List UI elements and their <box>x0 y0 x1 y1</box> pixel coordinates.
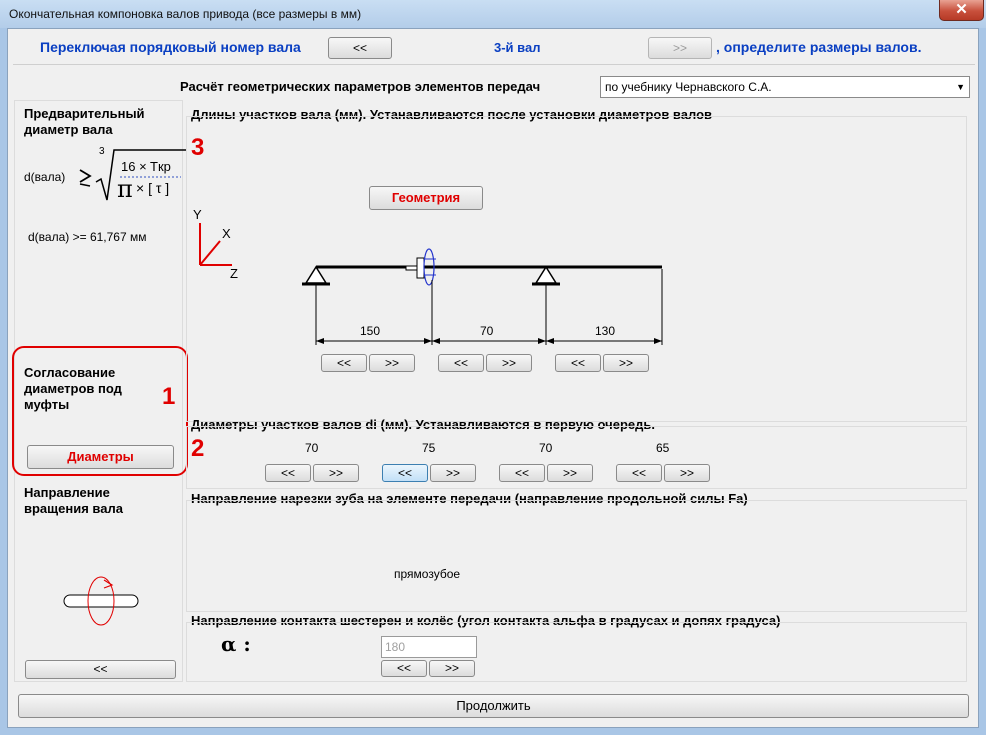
length-2-decrease[interactable]: << <box>438 354 484 372</box>
length-2-increase[interactable]: >> <box>486 354 532 372</box>
geometry-button[interactable]: Геометрия <box>369 186 483 210</box>
coupling-title-2: диаметров под <box>24 381 122 396</box>
length-value-3: 130 <box>595 324 616 338</box>
formula-pi: π <box>117 175 133 203</box>
axis-z-label: Z <box>230 266 238 281</box>
diameter-value-4: 65 <box>656 441 670 455</box>
alpha-label: α : <box>221 632 251 656</box>
length-value-1: 150 <box>360 324 381 338</box>
tooth-panel <box>186 500 967 612</box>
diameter-value-2: 75 <box>422 441 436 455</box>
axis-x-label: X <box>222 226 231 241</box>
calc-label: Расчёт геометрических параметров элемент… <box>180 79 541 94</box>
coupling-title-1: Согласование <box>24 365 116 380</box>
rotation-direction-icon[interactable] <box>60 574 142 630</box>
diameter-4-increase[interactable]: >> <box>664 464 710 482</box>
shaft-number: 3-й вал <box>494 40 541 55</box>
formula-tau: × [ τ ] <box>136 180 170 196</box>
coupling-title-3: муфты <box>24 397 70 412</box>
prelim-title-1: Предварительный <box>24 106 145 121</box>
prelim-result: d(вала) >= 61,767 мм <box>28 230 147 244</box>
diameter-3-increase[interactable]: >> <box>547 464 593 482</box>
tooth-value: прямозубое <box>394 567 461 581</box>
diameter-4-decrease[interactable]: << <box>616 464 662 482</box>
contact-angle-field[interactable] <box>381 636 477 658</box>
continue-button[interactable]: Продолжить <box>18 694 969 718</box>
rotation-title-1: Направление <box>24 485 110 500</box>
calc-method-select[interactable]: по учебнику Чернавского С.А. ▼ <box>600 76 970 98</box>
formula-lhs: d(вала) <box>24 170 66 184</box>
diameter-1-increase[interactable]: >> <box>313 464 359 482</box>
formula-root-index: 3 <box>99 146 105 157</box>
length-1-increase[interactable]: >> <box>369 354 415 372</box>
close-button[interactable]: ✕ <box>939 0 984 21</box>
header-separator <box>13 64 975 65</box>
prev-shaft-button[interactable]: << <box>328 37 392 59</box>
window-title: Окончательная компоновка валов привода (… <box>9 7 362 21</box>
diameter-value-3: 70 <box>539 441 553 455</box>
prelim-title-2: диаметр вала <box>24 122 113 137</box>
contact-decrease[interactable]: << <box>381 660 427 677</box>
annotation-1: 1 <box>162 383 176 410</box>
length-3-increase[interactable]: >> <box>603 354 649 372</box>
header-suffix: , определите размеры валов. <box>716 39 922 55</box>
length-3-decrease[interactable]: << <box>555 354 601 372</box>
contact-panel <box>186 622 967 682</box>
rotation-back-button[interactable]: << <box>25 660 176 679</box>
rotation-title-2: вращения вала <box>24 501 123 516</box>
diameters-button[interactable]: Диаметры <box>27 445 174 469</box>
diameter-2-increase[interactable]: >> <box>430 464 476 482</box>
diameter-1-decrease[interactable]: << <box>265 464 311 482</box>
calc-method-value: по учебнику Чернавского С.А. <box>605 80 772 94</box>
diameter-2-decrease[interactable]: << <box>382 464 428 482</box>
diameter-3-decrease[interactable]: << <box>499 464 545 482</box>
header-prefix: Переключая порядковый номер вала <box>40 39 301 55</box>
chevron-down-icon: ▼ <box>956 82 965 92</box>
diameter-value-1: 70 <box>305 441 319 455</box>
axis-y-label: Y <box>193 207 202 222</box>
length-1-decrease[interactable]: << <box>321 354 367 372</box>
length-value-2: 70 <box>480 324 494 338</box>
contact-increase[interactable]: >> <box>429 660 475 677</box>
formula-numerator: 16 × Tкр <box>121 159 171 174</box>
next-shaft-button[interactable]: >> <box>648 37 712 59</box>
